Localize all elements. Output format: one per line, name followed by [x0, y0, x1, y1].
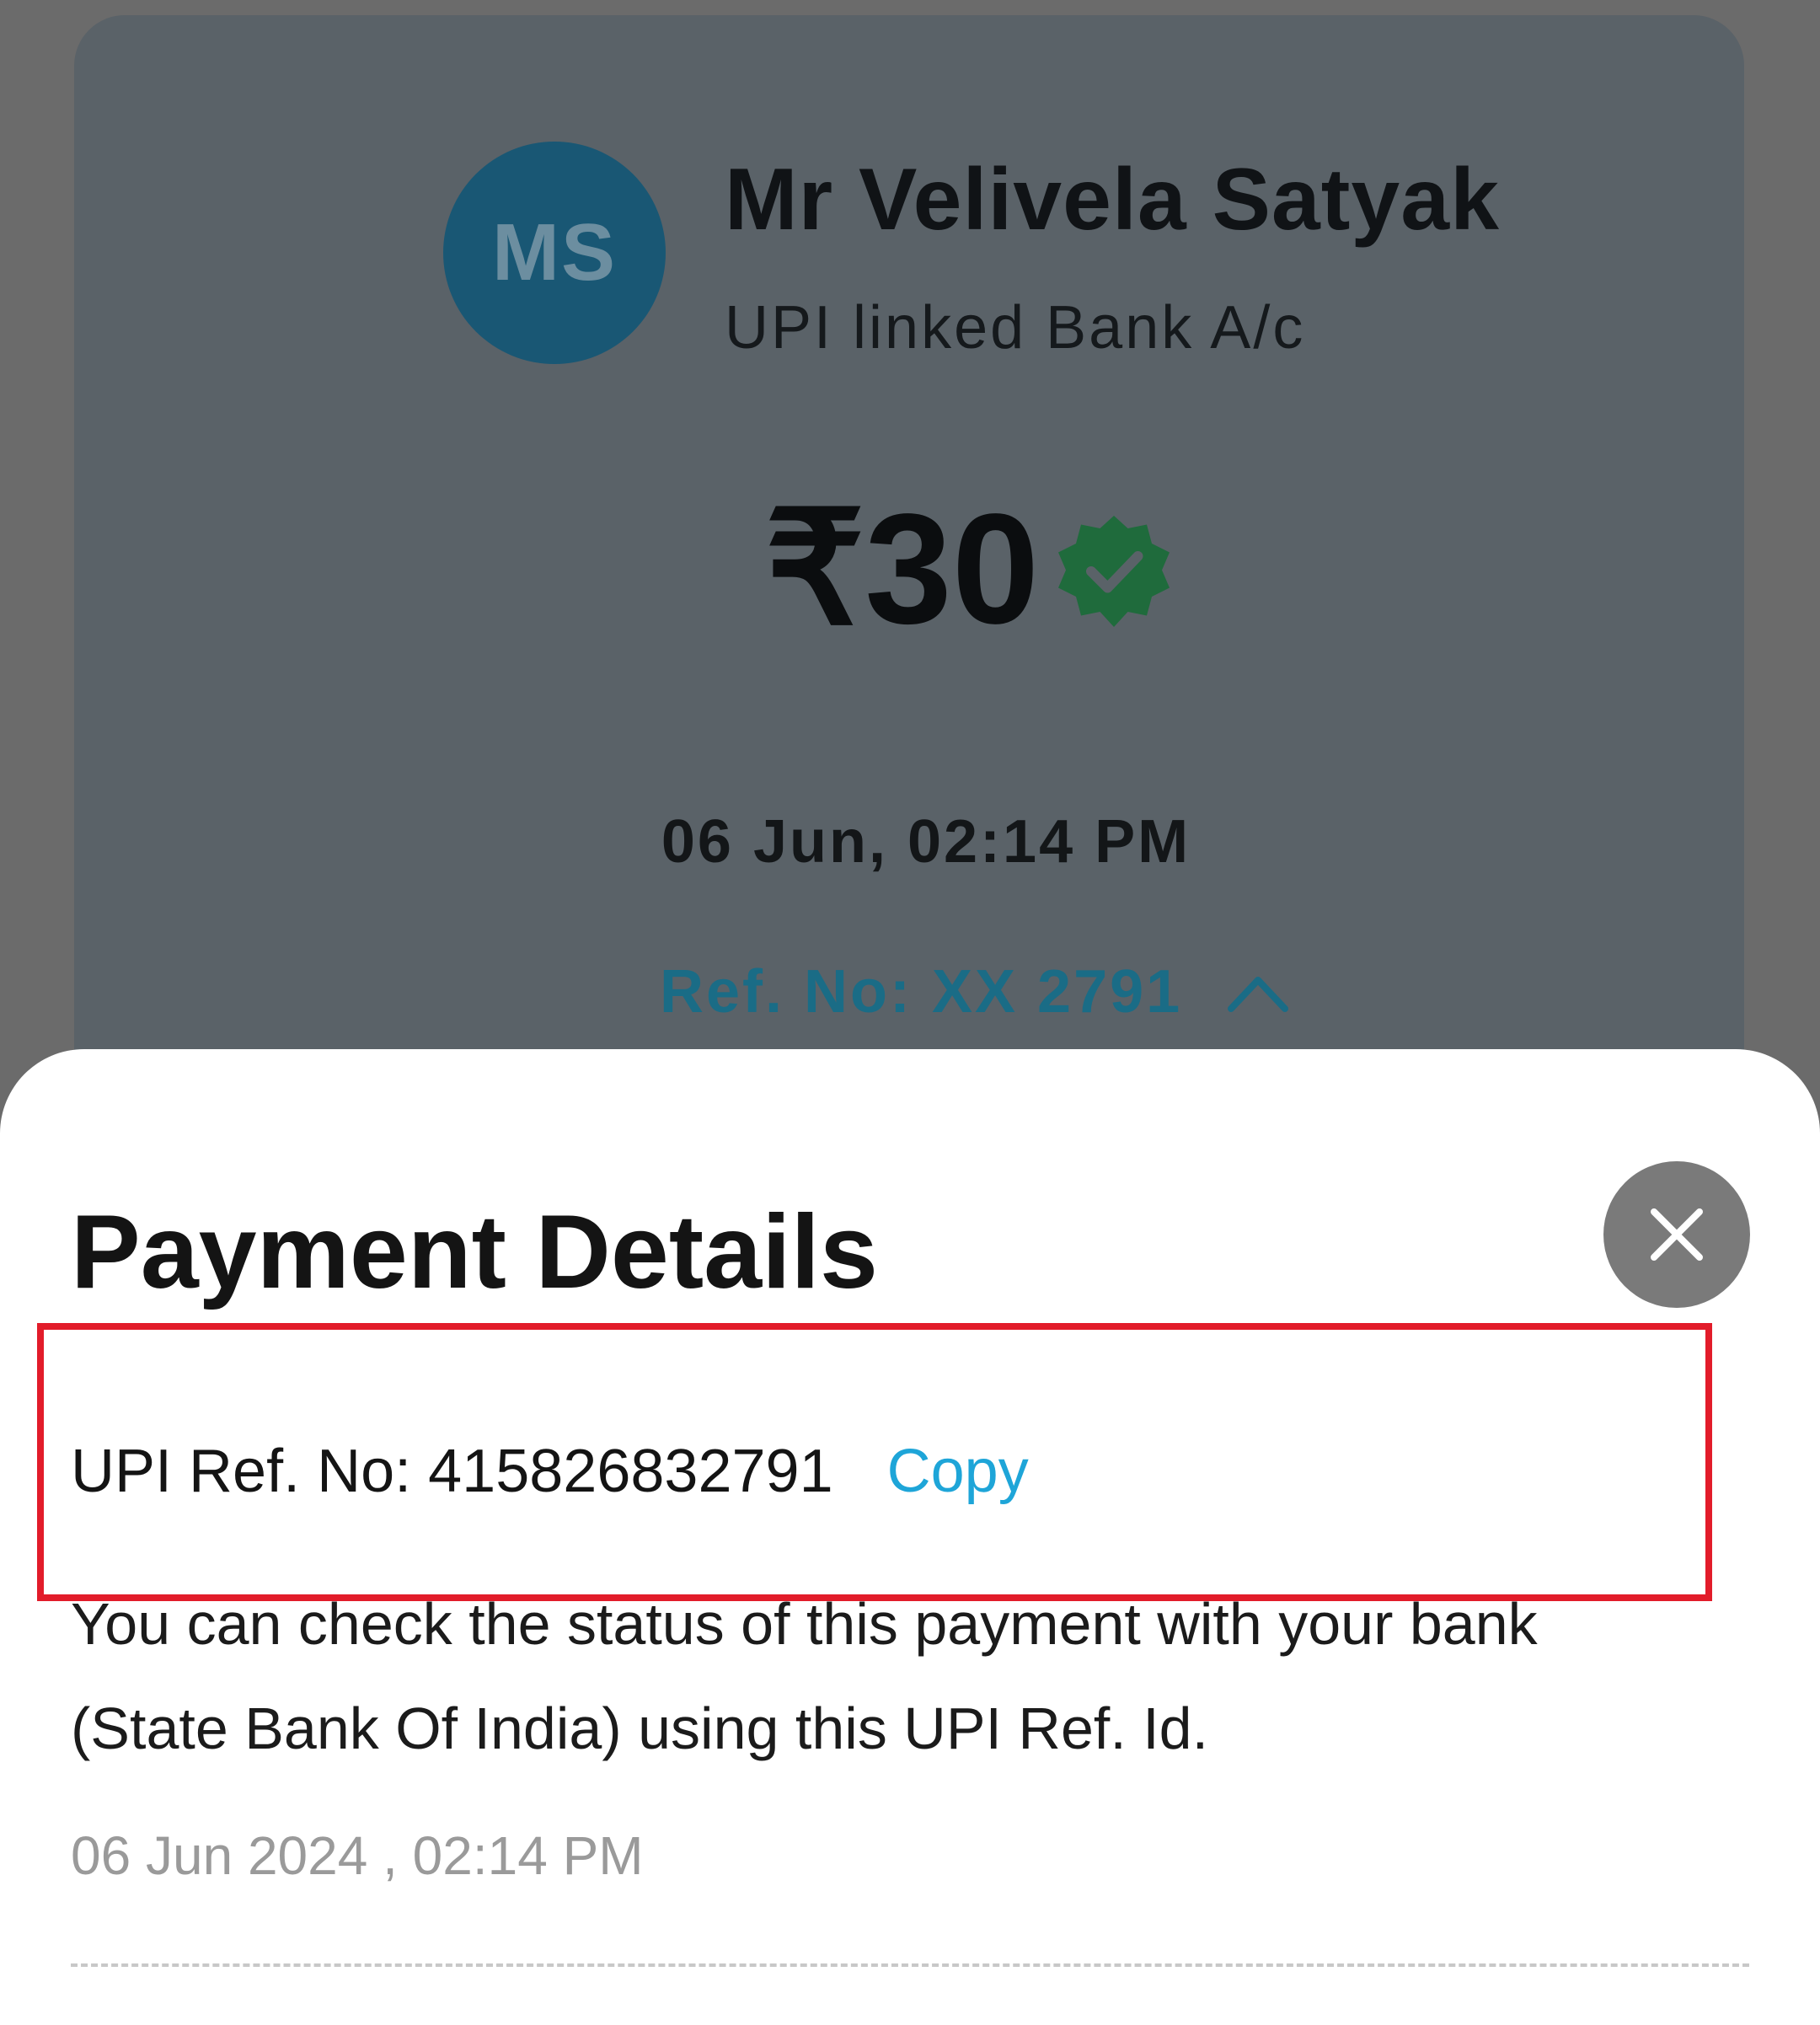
verified-check-icon: [1058, 516, 1170, 627]
ref-number-toggle[interactable]: Ref. No: XX 2791: [660, 957, 1292, 1026]
status-check-note: You can check the status of this payment…: [71, 1591, 1538, 1761]
payment-amount: ₹30: [765, 482, 1040, 656]
payment-details-sheet: Payment Details UPI Ref. No: 41582683279…: [0, 1049, 1820, 2025]
sheet-datetime: 06 Jun 2024 , 02:14 PM: [71, 1825, 644, 1886]
avatar-initials: MS: [492, 207, 617, 297]
chevron-up-icon: [1228, 977, 1289, 1012]
upi-ref-row: UPI Ref. No: 415826832791 Copy: [71, 1437, 1029, 1506]
ref-number-label: Ref. No: XX 2791: [660, 958, 1183, 1026]
close-icon: [1651, 1208, 1703, 1261]
payee-account-type: UPI linked Bank A/c: [725, 294, 1306, 362]
upi-ref-number: 415826832791: [428, 1438, 833, 1505]
transaction-receipt-card: MS Mr Velivela Satyak UPI linked Bank A/…: [74, 15, 1744, 1111]
amount-row: ₹30: [765, 491, 1177, 648]
sheet-title: Payment Details: [71, 1194, 878, 1310]
dashed-divider: [71, 1963, 1749, 1967]
upi-ref-label: UPI Ref. No:: [71, 1438, 412, 1505]
avatar: MS: [443, 142, 666, 364]
payee-name: Mr Velivela Satyak: [725, 151, 1500, 249]
close-button[interactable]: [1603, 1161, 1750, 1308]
copy-button[interactable]: Copy: [887, 1437, 1029, 1506]
transaction-datetime: 06 Jun, 02:14 PM: [661, 808, 1191, 876]
